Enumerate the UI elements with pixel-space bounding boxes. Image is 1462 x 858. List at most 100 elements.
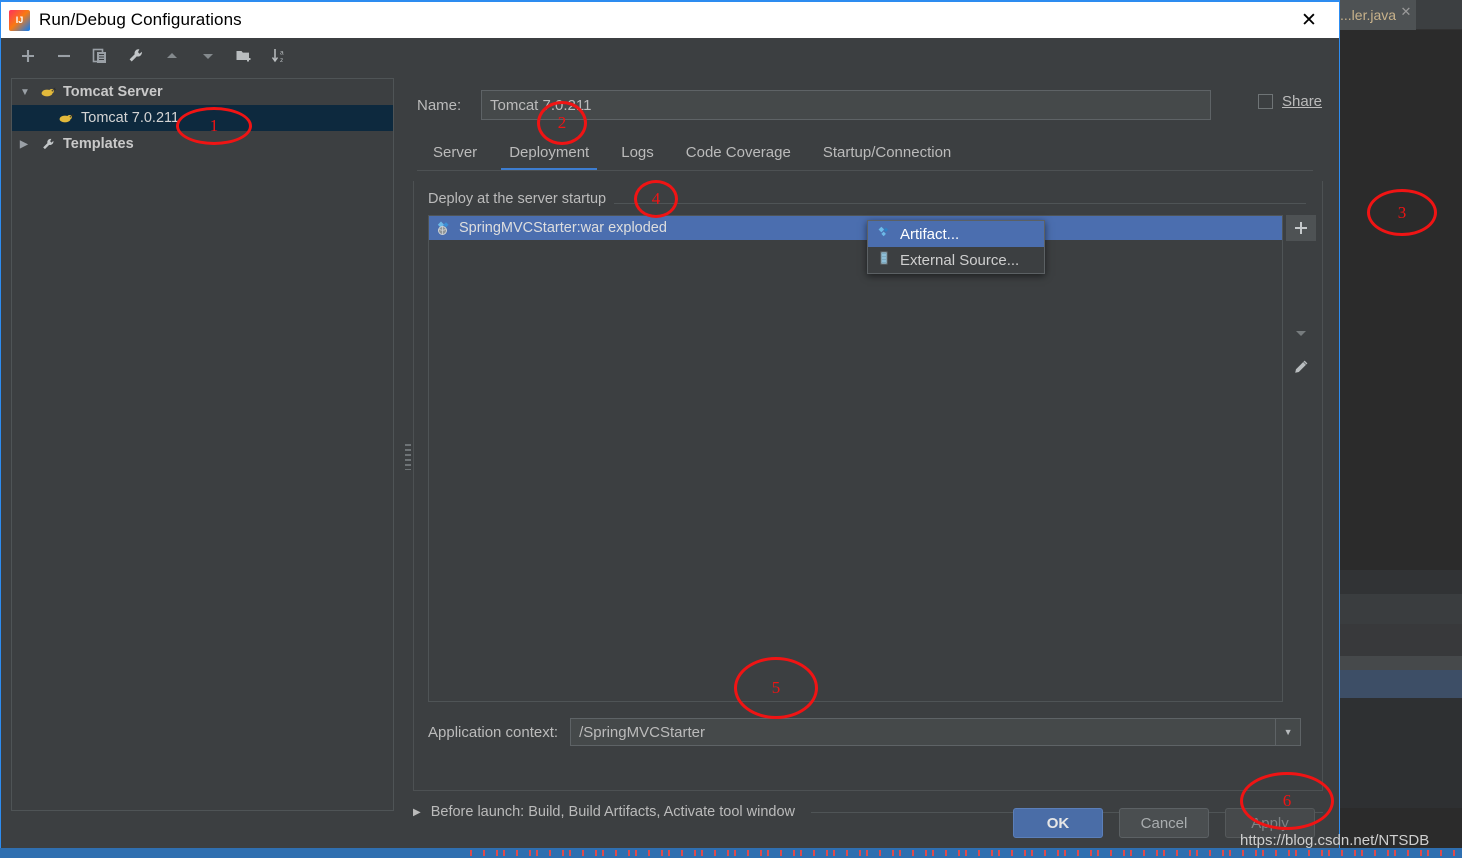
tomcat-icon: [56, 110, 76, 126]
taskbar-tick: [1420, 850, 1422, 856]
deployment-artifact-list[interactable]: SpringMVCStarter:war exploded: [428, 215, 1283, 702]
ok-button[interactable]: OK: [1013, 808, 1103, 838]
taskbar-tick: [635, 850, 637, 856]
edit-artifact-button[interactable]: [1286, 354, 1316, 380]
taskbar-tick: [549, 850, 551, 856]
taskbar-tick: [516, 850, 518, 856]
taskbar-tick: [734, 850, 736, 856]
share-label: Share: [1282, 93, 1323, 110]
folder-add-icon[interactable]: [231, 43, 257, 69]
taskbar-tick: [1387, 850, 1389, 856]
taskbar-tick: [1341, 850, 1343, 856]
application-context-row: Application context: ▼: [428, 718, 1302, 746]
taskbar-tick: [1077, 850, 1079, 856]
tab-server[interactable]: Server: [417, 138, 493, 171]
move-down-button[interactable]: [1286, 320, 1316, 346]
taskbar-tick: [1427, 850, 1429, 856]
configuration-tabs: Server Deployment Logs Code Coverage Sta…: [413, 138, 1339, 171]
taskbar-strip: [0, 848, 1462, 858]
taskbar-tick: [628, 850, 630, 856]
taskbar-tick: [912, 850, 914, 856]
taskbar-tick: [1097, 850, 1099, 856]
tab-code-coverage[interactable]: Code Coverage: [670, 138, 807, 171]
share-checkbox-group[interactable]: Share: [1258, 93, 1322, 110]
taskbar-tick: [1229, 850, 1231, 856]
taskbar-tick: [1090, 850, 1092, 856]
taskbar-tick: [1189, 850, 1191, 856]
arrow-up-icon[interactable]: [159, 43, 185, 69]
menu-item-artifact[interactable]: Artifact...: [868, 221, 1044, 247]
application-context-input[interactable]: [570, 718, 1276, 746]
run-debug-configurations-dialog: Run/Debug Configurations ✕: [0, 0, 1340, 858]
tab-label: Code Coverage: [685, 144, 791, 161]
panel-splitter[interactable]: [403, 38, 413, 852]
splitter-grip-icon: [405, 444, 411, 470]
arrow-down-icon[interactable]: [195, 43, 221, 69]
taskbar-tick: [1407, 850, 1409, 856]
expand-triangle-right-icon[interactable]: ▶: [20, 139, 38, 150]
close-icon[interactable]: ✕: [1398, 4, 1414, 20]
configuration-right-panel: Name: Share Server Deployment Logs: [413, 38, 1339, 852]
sort-az-icon[interactable]: a z: [267, 43, 293, 69]
taskbar-tick: [1110, 850, 1112, 856]
tab-deployment[interactable]: Deployment: [493, 138, 605, 171]
triangle-right-icon[interactable]: ▶: [413, 807, 421, 818]
share-checkbox[interactable]: [1258, 94, 1273, 109]
taskbar-tick: [1295, 850, 1297, 856]
taskbar-tick: [1361, 850, 1363, 856]
menu-item-external-source[interactable]: External Source...: [868, 247, 1044, 273]
tree-item-label: Tomcat 7.0.211: [81, 110, 180, 126]
taskbar-tick: [1222, 850, 1224, 856]
taskbar-tick: [1123, 850, 1125, 856]
menu-item-label: External Source...: [900, 251, 1020, 269]
taskbar-tick: [846, 850, 848, 856]
copy-configuration-button[interactable]: [87, 43, 113, 69]
watermark-text: https://blog.csdn.net/NTSDB: [1240, 832, 1430, 849]
taskbar-tick: [1044, 850, 1046, 856]
close-icon[interactable]: ✕: [1289, 2, 1329, 38]
tree-item-tomcat-server[interactable]: ▼ Tomcat Server: [12, 79, 393, 105]
taskbar-tick: [1242, 850, 1244, 856]
taskbar-tick: [1308, 850, 1310, 856]
taskbar-tick: [602, 850, 604, 856]
chevron-down-icon[interactable]: ▼: [1275, 718, 1302, 746]
deployment-side-buttons: [1286, 215, 1316, 702]
tree-item-tomcat-7-0-211[interactable]: Tomcat 7.0.211: [12, 105, 393, 131]
ide-bg-row: [1338, 624, 1462, 656]
cancel-button[interactable]: Cancel: [1119, 808, 1209, 838]
tab-logs[interactable]: Logs: [605, 138, 670, 171]
taskbar-tick: [1288, 850, 1290, 856]
taskbar-tick: [958, 850, 960, 856]
svg-text:z: z: [280, 57, 283, 64]
name-label: Name:: [417, 96, 462, 114]
tree-item-templates[interactable]: ▶ Templates: [12, 131, 393, 157]
taskbar-tick: [793, 850, 795, 856]
name-input[interactable]: [481, 90, 1211, 120]
taskbar-tick: [1130, 850, 1132, 856]
list-item[interactable]: SpringMVCStarter:war exploded: [429, 216, 1282, 240]
taskbar-tick: [1394, 850, 1396, 856]
add-configuration-button[interactable]: [15, 43, 41, 69]
expand-triangle-down-icon[interactable]: ▼: [20, 87, 38, 98]
taskbar-tick: [1156, 850, 1158, 856]
remove-configuration-button[interactable]: [51, 43, 77, 69]
list-item-label: SpringMVCStarter:war exploded: [459, 220, 667, 236]
taskbar-tick: [1176, 850, 1178, 856]
taskbar-tick: [681, 850, 683, 856]
external-source-icon: [876, 251, 892, 269]
ide-bg-row: [1338, 656, 1462, 670]
taskbar-tick: [503, 850, 505, 856]
tab-label: Server: [433, 144, 478, 161]
taskbar-tick: [767, 850, 769, 856]
configurations-tree[interactable]: ▼ Tomcat Server Tomcat 7.0.211 ▶ Templat…: [11, 78, 394, 811]
add-artifact-popup-menu[interactable]: Artifact... External Source...: [867, 220, 1045, 274]
taskbar-tick: [536, 850, 538, 856]
tomcat-icon: [38, 84, 58, 100]
configurations-left-panel: a z ▼ Tomcat Server Tomcat 7.0.211 ▶ Tem…: [1, 38, 401, 858]
taskbar-tick: [1262, 850, 1264, 856]
wrench-icon[interactable]: [123, 43, 149, 69]
name-row: Name:: [413, 90, 1339, 120]
tab-startup-connection[interactable]: Startup/Connection: [807, 138, 967, 171]
taskbar-tick: [800, 850, 802, 856]
add-artifact-button[interactable]: [1286, 215, 1316, 241]
